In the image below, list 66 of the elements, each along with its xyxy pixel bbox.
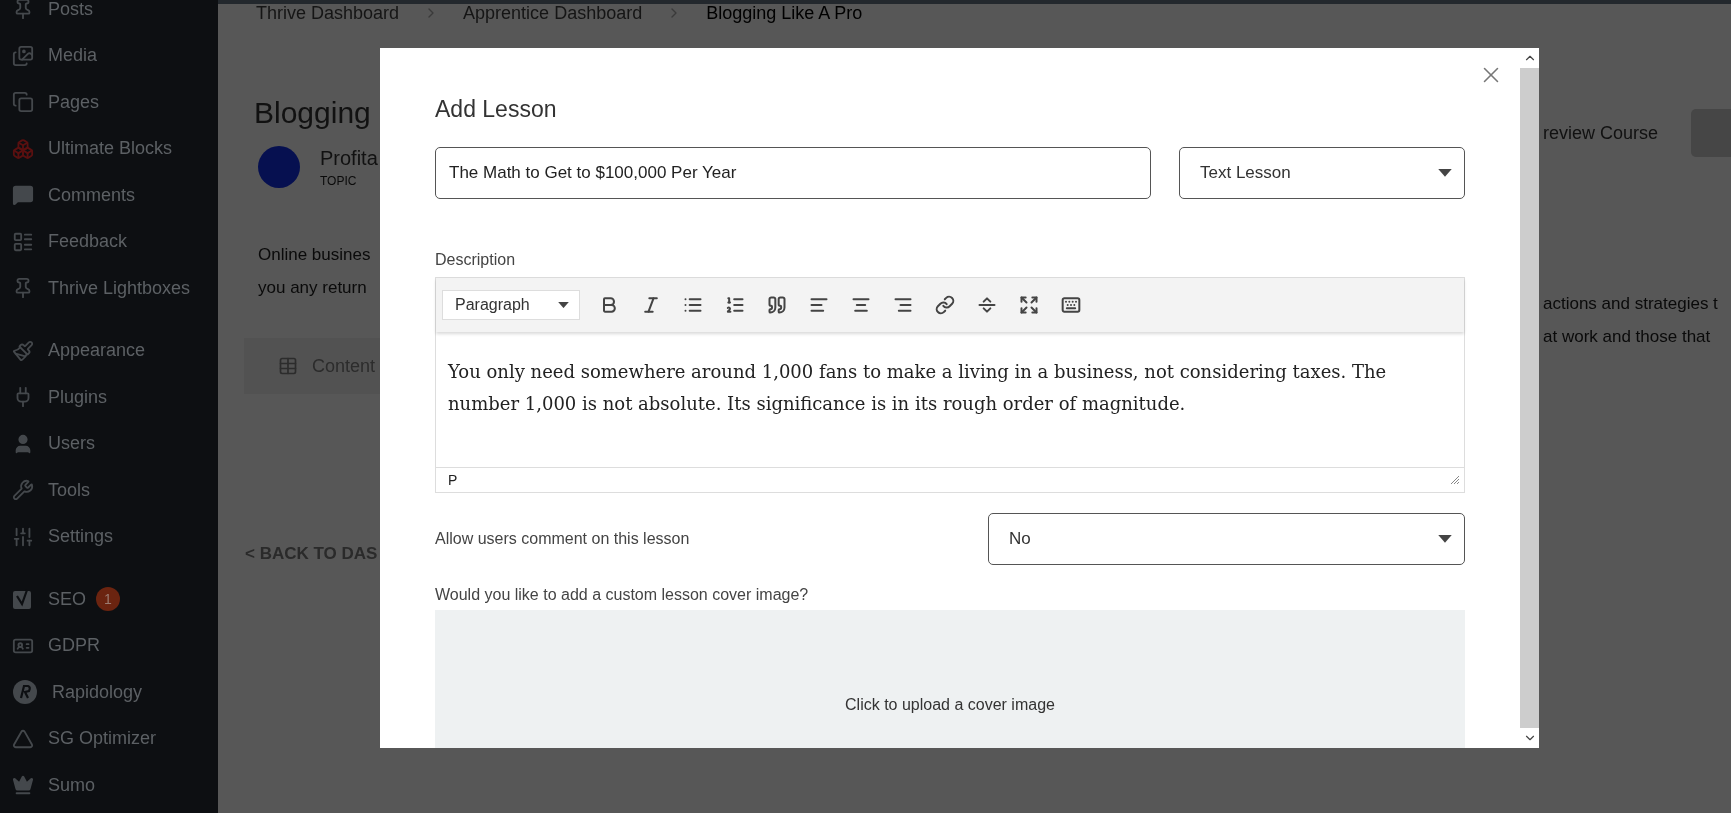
topic-label: TOPIC [320, 173, 358, 188]
sidebar-item[interactable]: Users [0, 420, 218, 467]
cubes-icon [12, 137, 34, 160]
element-path: P [448, 472, 458, 489]
description-label: Description [435, 251, 517, 270]
caret-icon [1438, 169, 1452, 177]
comments-select[interactable]: No [988, 513, 1465, 566]
sidebar-item[interactable]: Feedback [0, 218, 218, 265]
avatar-circle [258, 146, 300, 188]
sidebar-item[interactable]: SG Optimizer [0, 715, 218, 762]
sidebar-item[interactable]: Comments [0, 172, 218, 219]
description-text: Online busines [258, 244, 372, 266]
sidebar-item[interactable]: Tools [0, 467, 218, 514]
separator-icon [977, 295, 997, 316]
form-icon [12, 230, 34, 253]
caret-icon [1438, 535, 1452, 543]
sidebar-item[interactable]: Thrive Lightboxes [0, 265, 218, 312]
table-icon [278, 356, 298, 376]
breadcrumb-link[interactable]: Apprentice Dashboard [463, 2, 643, 24]
keyboard-icon [1061, 295, 1081, 316]
speech-bubble-icon [12, 184, 34, 207]
format-select[interactable]: Paragraph [442, 290, 580, 321]
lesson-type-select[interactable]: Text Lesson [1179, 147, 1465, 200]
sidebar-item[interactable]: Rapidology [0, 669, 218, 716]
italic-icon [641, 295, 661, 316]
caret-icon [558, 302, 569, 309]
notification-badge: 1 [96, 587, 120, 612]
sidebar-item[interactable]: Posts [0, 0, 218, 33]
crown-icon [12, 774, 34, 797]
link-icon [935, 295, 955, 316]
breadcrumb-link[interactable]: Thrive Dashboard [256, 2, 400, 24]
description-text: you any return [258, 277, 368, 299]
dialog-title: Add Lesson [435, 96, 558, 124]
sidebar-item[interactable]: GDPR [0, 622, 218, 669]
lesson-title-input[interactable]: The Math to Get to $100,000 Per Year [435, 147, 1151, 200]
sidebar-item[interactable]: Ultimate Blocks [0, 125, 218, 172]
expand-icon [1019, 295, 1039, 316]
sidebar-item[interactable]: Media [0, 32, 218, 79]
sidebar-item[interactable]: Appearance [0, 327, 218, 374]
upload-area[interactable]: Click to upload a cover image [435, 610, 1465, 748]
resize-grip-icon [1450, 475, 1460, 486]
breadcrumb-link[interactable]: Blogging Like A Pro [706, 2, 863, 24]
paintbrush-icon [12, 339, 34, 362]
description-text: actions and strategies t [1543, 293, 1719, 315]
numbered-list-icon [725, 295, 745, 316]
editor-text[interactable]: You only need somewhere around 1,000 fans to make a living in a business, not considering taxes. The number 1,000 is not absolute. Its significance is in its rough order of magnitude. [436, 332, 1464, 468]
quote-icon [767, 295, 787, 316]
scrollbar[interactable] [1520, 48, 1539, 748]
cover-image-label: Would you like to add a custom lesson cover image? [435, 586, 810, 605]
r-logo-icon [12, 679, 38, 706]
sidebar-item[interactable]: Settings [0, 513, 218, 560]
preview-course-link[interactable]: review Course [1543, 122, 1659, 144]
topic-name: Profita [320, 146, 378, 170]
sliders-icon [12, 525, 34, 548]
sidebar-item[interactable]: SEO 1 [0, 576, 218, 623]
sidebar-item[interactable]: Sumo [0, 762, 218, 809]
pages-icon [12, 91, 34, 114]
comments-label: Allow users comment on this lesson [435, 530, 690, 549]
description-text: at work and those that [1543, 326, 1712, 348]
sidebar-item[interactable]: Pages [0, 79, 218, 126]
triangle-icon [12, 727, 34, 750]
images-icon [12, 44, 34, 67]
course-title: Blogging [254, 96, 372, 130]
sidebar-item[interactable]: Plugins [0, 374, 218, 421]
y-logo-icon [12, 588, 34, 611]
wrench-icon [12, 479, 34, 502]
